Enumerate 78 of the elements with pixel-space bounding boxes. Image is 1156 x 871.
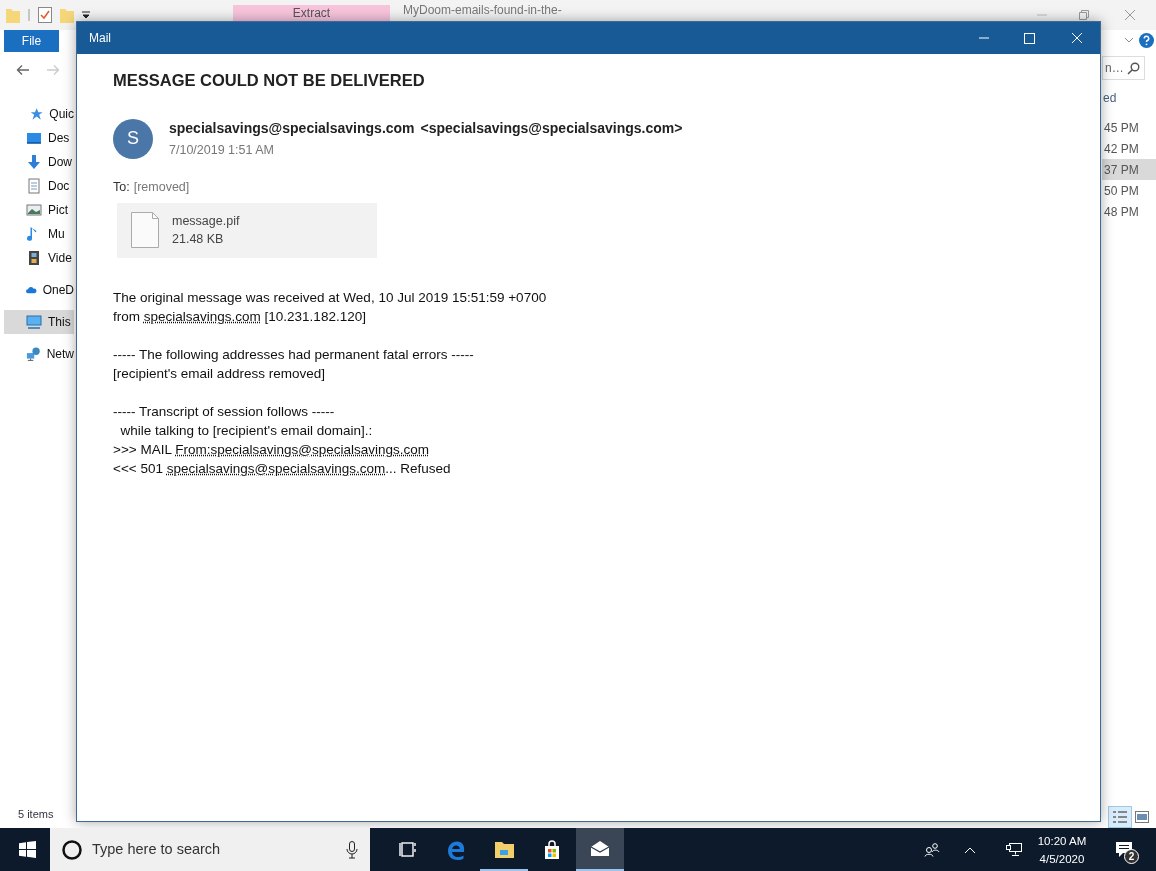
desktop-icon: [26, 130, 42, 146]
modified-cell[interactable]: 42 PM: [1102, 138, 1156, 159]
network-icon[interactable]: [1006, 842, 1022, 857]
column-header[interactable]: ed: [1102, 89, 1156, 113]
star-icon: [30, 106, 44, 122]
edge-browser-icon: [446, 839, 466, 860]
maximize-icon[interactable]: [1024, 32, 1035, 44]
status-text: 5 items: [18, 806, 54, 822]
notification-badge: 2: [1124, 849, 1139, 864]
message-line: The original message was received at Wed, 10 Jul 2019 15:51:59 +0700: [113, 288, 548, 307]
link[interactable]: specialsavings@specialsavings.com: [166, 460, 386, 476]
message-line: while talking to [recipient's email domain].:: [119, 421, 374, 440]
message-subject: MESSAGE COULD NOT BE DELIVERED: [113, 70, 426, 91]
message-line: [recipient's email address removed]: [113, 364, 326, 383]
search-box[interactable]: Type here to search: [50, 828, 370, 871]
search-field[interactable]: n…: [1102, 56, 1145, 80]
divider-icon: [28, 9, 30, 21]
file-tab[interactable]: File: [4, 30, 59, 52]
help-icon[interactable]: [1139, 33, 1154, 48]
message-date: 7/10/2019 1:51 AM: [169, 142, 275, 159]
window-title: Mail: [89, 30, 111, 47]
modified-cell[interactable]: 48 PM: [1102, 201, 1156, 222]
nav-item[interactable]: This: [4, 310, 74, 334]
envelope-icon: [590, 838, 610, 859]
nav-item[interactable]: Des: [4, 126, 74, 150]
attachment-size: 21.48 KB: [172, 231, 225, 248]
chevron-down-icon[interactable]: [1124, 36, 1134, 44]
attachment-name: message.pif: [172, 213, 240, 230]
details-view-icon[interactable]: [1108, 806, 1132, 828]
nav-item[interactable]: Mu: [4, 222, 74, 246]
shopping-bag-icon: [542, 839, 562, 860]
modified-cell[interactable]: 45 PM: [1102, 117, 1156, 138]
message-line: ----- The following addresses had permanent fatal errors -----: [113, 345, 475, 364]
microphone-icon[interactable]: [346, 840, 358, 859]
task-view-icon: [398, 839, 418, 860]
clock-date[interactable]: 4/5/2020: [1039, 849, 1085, 868]
message-line: >>> MAIL From:specialsavings@specialsavings.com: [113, 440, 430, 459]
sender-address: <specialsavings@specialsavings.com>: [420, 119, 683, 138]
sender-name: specialsavings@specialsavings.com: [169, 119, 415, 138]
ribbon-context-tab[interactable]: Extract: [233, 5, 390, 21]
modified-cell[interactable]: 50 PM: [1102, 180, 1156, 201]
nav-item[interactable]: Doc: [4, 174, 74, 198]
link[interactable]: From:specialsavings@specialsavings.com: [175, 441, 429, 457]
document-icon: [26, 178, 42, 194]
large-icons-view-icon[interactable]: [1135, 811, 1149, 823]
network-icon: [26, 346, 41, 362]
picture-icon: [26, 202, 42, 218]
file-icon: [131, 212, 159, 248]
nav-item[interactable]: Quic: [4, 102, 74, 126]
search-circle-icon: [62, 839, 82, 860]
message-line: <<< 501 specialsavings@specialsavings.com... Refused: [113, 459, 452, 478]
download-arrow-icon: [26, 154, 42, 170]
window-title: MyDoom-emails-found-in-the-: [403, 3, 562, 18]
search-icon: [1127, 61, 1140, 75]
checklist-icon[interactable]: [38, 7, 52, 23]
nav-item[interactable]: Netw: [4, 342, 74, 366]
attachment-card[interactable]: message.pif 21.48 KB: [117, 202, 377, 258]
back-arrow-icon[interactable]: [16, 64, 30, 76]
recipient-value: [removed]: [133, 178, 190, 196]
taskbar-app-button[interactable]: [576, 828, 624, 871]
computer-icon: [26, 314, 42, 330]
windows-start-icon[interactable]: [19, 841, 36, 858]
film-icon: [26, 250, 42, 266]
chevron-up-icon[interactable]: [964, 845, 976, 854]
nav-item[interactable]: Vide: [4, 246, 74, 270]
modified-cell[interactable]: 37 PM: [1102, 159, 1156, 180]
nav-item[interactable]: Dow: [4, 150, 74, 174]
nav-item[interactable]: Pict: [4, 198, 74, 222]
people-icon[interactable]: [924, 842, 940, 857]
nav-item[interactable]: OneD: [4, 278, 74, 302]
message-line: from specialsavings.com [10.231.182.120]: [113, 307, 367, 326]
sender-avatar: S: [113, 118, 153, 159]
message-line: ----- Transcript of session follows -----: [113, 402, 336, 421]
link[interactable]: specialsavings.com: [143, 308, 261, 324]
clock-time[interactable]: 10:20 AM: [1037, 831, 1087, 850]
dropdown-icon[interactable]: [82, 11, 90, 19]
recipient-label: To:: [113, 178, 130, 196]
restore-icon[interactable]: [1078, 9, 1090, 21]
